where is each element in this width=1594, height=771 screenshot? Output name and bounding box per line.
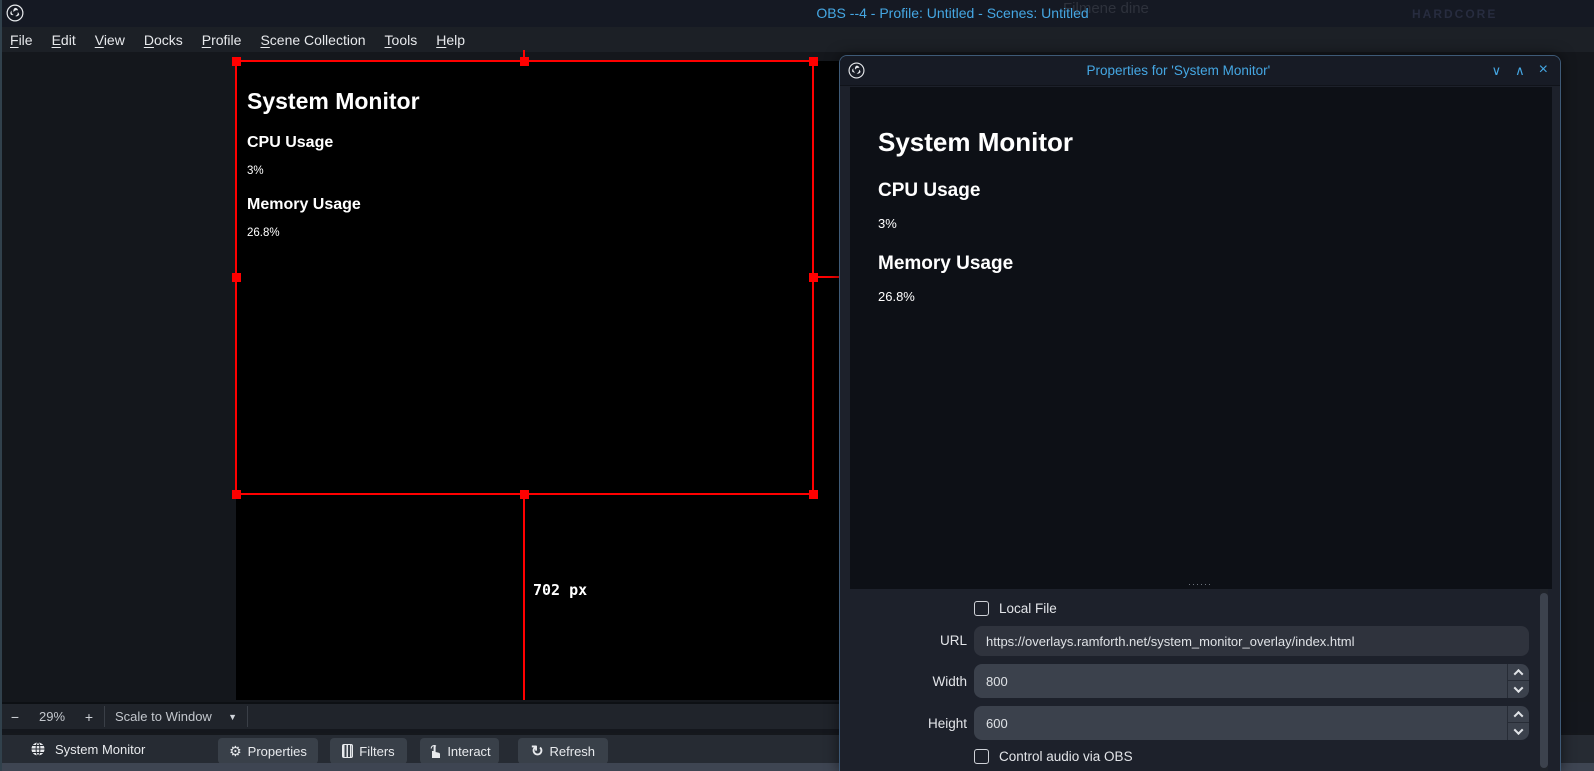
title-bar[interactable]: Filmene dine HARDCORE OBS --4 - Profile:… (0, 0, 1594, 27)
scale-mode-dropdown[interactable]: Scale to Window ▼ (105, 709, 247, 724)
width-label: Width (840, 674, 967, 689)
height-decrement-button[interactable] (1508, 723, 1529, 740)
menu-docks[interactable]: Docks (144, 32, 183, 48)
height-label: Height (840, 716, 967, 731)
height-field-wrap (974, 706, 1529, 740)
menu-bar: File Edit View Docks Profile Scene Colle… (0, 27, 1594, 52)
width-increment-button[interactable] (1508, 664, 1529, 681)
handle-top-right[interactable] (809, 57, 818, 66)
local-file-checkbox[interactable] (974, 601, 989, 616)
selected-source: System Monitor (30, 741, 145, 757)
interact-button[interactable]: Interact (420, 738, 499, 764)
control-audio-row: Control audio via OBS (974, 749, 1133, 764)
preview-title: System Monitor (878, 127, 1073, 158)
source-name: System Monitor (55, 742, 145, 757)
control-audio-label: Control audio via OBS (999, 749, 1133, 764)
window-title: OBS --4 - Profile: Untitled - Scenes: Un… (780, 5, 1125, 21)
filters-button[interactable]: Filters (330, 738, 407, 764)
obs-logo-icon (848, 62, 865, 79)
dialog-scrollbar[interactable] (1540, 589, 1548, 771)
source-selection-box[interactable] (235, 60, 814, 495)
menu-help[interactable]: Help (436, 32, 465, 48)
gear-icon: ⚙ (229, 744, 242, 758)
menu-edit[interactable]: Edit (52, 32, 76, 48)
preview-zoom-bar: − 29% + Scale to Window ▼ (0, 702, 842, 729)
obs-main-window: Filmene dine HARDCORE OBS --4 - Profile:… (0, 0, 1594, 771)
interact-icon (428, 744, 441, 759)
close-icon[interactable]: × (1539, 63, 1548, 79)
control-audio-checkbox[interactable] (974, 749, 989, 764)
handle-bottom-center[interactable] (520, 490, 529, 499)
menu-tools[interactable]: Tools (385, 32, 418, 48)
properties-button[interactable]: ⚙ Properties (218, 738, 318, 764)
zoom-out-button[interactable]: − (0, 709, 30, 725)
width-decrement-button[interactable] (1508, 681, 1529, 698)
dimension-label: 702 px (533, 581, 587, 599)
handle-top-center[interactable] (520, 57, 529, 66)
zoom-in-button[interactable]: + (74, 709, 104, 725)
url-field-wrap (974, 626, 1529, 656)
splitter-handle[interactable]: ······ (840, 580, 1560, 589)
height-input[interactable] (974, 706, 1506, 740)
browser-source-icon (30, 741, 46, 757)
chevron-down-icon: ▼ (228, 712, 237, 722)
zoom-level: 29% (30, 709, 74, 724)
preview-memory-label: Memory Usage (878, 253, 1073, 275)
expand-icon[interactable]: ∧ (1515, 63, 1525, 79)
handle-bottom-right[interactable] (809, 490, 818, 499)
separator (247, 706, 248, 727)
handle-top-left[interactable] (232, 57, 241, 66)
menu-view[interactable]: View (95, 32, 125, 48)
handle-bottom-left[interactable] (232, 490, 241, 499)
menu-profile[interactable]: Profile (202, 32, 242, 48)
refresh-icon: ↻ (531, 744, 544, 759)
height-increment-button[interactable] (1508, 706, 1529, 723)
dialog-source-preview: System Monitor CPU Usage 3% Memory Usage… (850, 87, 1552, 589)
collapse-icon[interactable]: ∨ (1492, 63, 1502, 79)
handle-mid-right[interactable] (809, 273, 818, 282)
width-field-wrap (974, 664, 1529, 698)
properties-dialog: Properties for 'System Monitor' ∨ ∧ × Sy… (839, 55, 1561, 771)
refresh-button[interactable]: ↻ Refresh (518, 738, 608, 764)
background-window-logo-text: HARDCORE (1412, 7, 1497, 21)
menu-file[interactable]: File (10, 32, 33, 48)
menu-scene-collection[interactable]: Scene Collection (260, 32, 365, 48)
url-label: URL (840, 633, 967, 648)
local-file-label: Local File (999, 601, 1057, 616)
obs-logo-icon (6, 4, 24, 22)
window-left-edge (0, 0, 2, 771)
width-input[interactable] (974, 664, 1506, 698)
helper-line-bottom (523, 495, 525, 700)
handle-mid-left[interactable] (232, 273, 241, 282)
preview-memory-value: 26.8% (878, 289, 1073, 304)
scrollbar-thumb[interactable] (1540, 593, 1548, 768)
preview-cpu-value: 3% (878, 216, 1073, 231)
scale-mode-label: Scale to Window (115, 709, 212, 724)
filters-icon (342, 744, 353, 758)
dialog-title: Properties for 'System Monitor' (865, 63, 1492, 78)
local-file-row: Local File (974, 601, 1057, 616)
preview-cpu-label: CPU Usage (878, 180, 1073, 202)
dialog-title-bar[interactable]: Properties for 'System Monitor' ∨ ∧ × (840, 56, 1560, 86)
url-input[interactable] (974, 626, 1529, 656)
